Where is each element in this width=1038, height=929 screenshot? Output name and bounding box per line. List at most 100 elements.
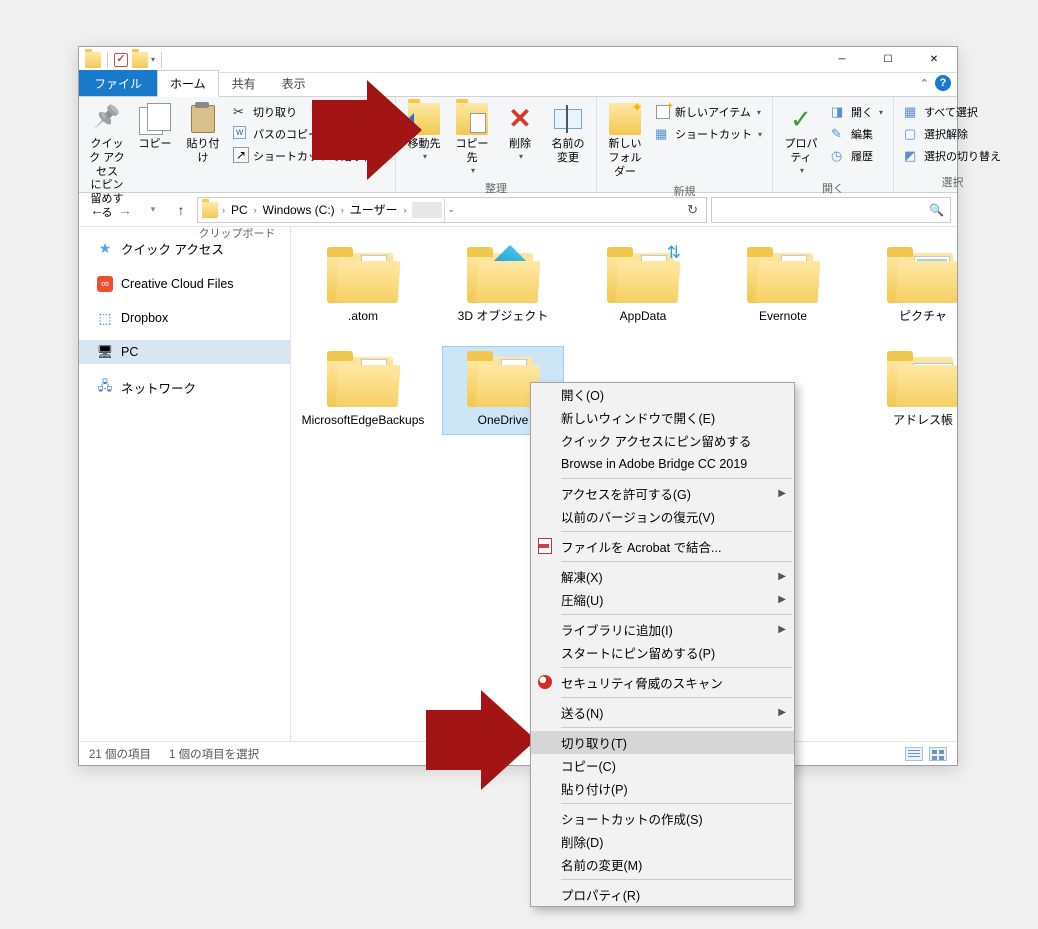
context-menu-item[interactable]: セキュリティ脅威のスキャン (531, 671, 794, 694)
folder-item[interactable]: ⇅AppData (583, 243, 703, 329)
chevron-icon[interactable]: › (220, 205, 227, 215)
address-bar[interactable]: › PC › Windows (C:) › ユーザー › ⌄ ↻ (197, 197, 707, 223)
select-all-button[interactable]: すべて選択 (900, 101, 1005, 123)
forward-button[interactable]: → (113, 198, 137, 222)
chevron-icon[interactable]: › (339, 205, 346, 215)
menu-label: アクセスを許可する(G) (561, 484, 691, 503)
context-menu-item[interactable]: コピー(C) (531, 754, 794, 777)
open-button[interactable]: 開く▾ (827, 101, 887, 123)
folder-item[interactable]: アドレス帳 (863, 347, 957, 433)
copy-icon (139, 103, 171, 135)
tab-home[interactable]: ホーム (157, 70, 219, 97)
folder-item[interactable]: MicrosoftEdgeBackups (303, 347, 423, 433)
context-menu-item[interactable]: 以前のバージョンの復元(V) (531, 505, 794, 528)
rename-button[interactable]: 名前の 変更 (546, 101, 590, 168)
context-menu-item[interactable]: スタートにピン留めする(P) (531, 641, 794, 664)
cut-button[interactable]: 切り取り (229, 101, 389, 123)
item-label: AppData (620, 309, 667, 323)
context-menu-item[interactable]: 削除(D) (531, 830, 794, 853)
path-icon (233, 126, 249, 142)
context-menu-item[interactable]: 送る(N)▶ (531, 701, 794, 724)
folder-item[interactable]: ピクチャ (863, 243, 957, 329)
window-controls: ─ ☐ ✕ (819, 47, 957, 73)
context-menu-item[interactable]: Browse in Adobe Bridge CC 2019 (531, 452, 794, 475)
new-folder-button[interactable]: 新しい フォルダー (603, 101, 647, 181)
folder-icon (327, 247, 399, 303)
context-menu-item[interactable]: 解凍(X)▶ (531, 565, 794, 588)
folder-item[interactable]: .atom (303, 243, 423, 329)
selectnone-icon (904, 126, 920, 142)
close-button[interactable]: ✕ (911, 47, 957, 73)
chevron-icon[interactable]: › (252, 205, 259, 215)
tab-file[interactable]: ファイル (79, 70, 157, 96)
context-menu-item[interactable]: 貼り付け(P) (531, 777, 794, 800)
moveto-button[interactable]: 移動先▾ (402, 101, 446, 164)
tab-share[interactable]: 共有 (219, 70, 269, 96)
breadcrumb[interactable]: Windows (C:) (261, 203, 337, 217)
recent-locations-button[interactable]: ▾ (141, 198, 165, 222)
up-button[interactable]: ↑ (169, 198, 193, 222)
menu-label: 貼り付け(P) (561, 779, 628, 798)
context-menu-item[interactable]: ファイルを Acrobat で結合... (531, 535, 794, 558)
view-details-button[interactable] (905, 747, 923, 761)
paste-shortcut-button[interactable]: ショートカットの貼り付け (229, 145, 389, 167)
refresh-icon[interactable]: ↻ (683, 202, 702, 218)
select-none-button[interactable]: 選択解除 (900, 123, 1005, 145)
search-input[interactable]: 🔍 (711, 197, 951, 223)
delete-button[interactable]: 削除▾ (498, 101, 542, 164)
copyto-button[interactable]: コピー先▾ (450, 101, 494, 178)
breadcrumb[interactable]: ユーザー (348, 201, 400, 218)
shortcut-icon (233, 148, 249, 164)
context-menu-item[interactable]: ライブラリに追加(I)▶ (531, 618, 794, 641)
navigation-pane: クイック アクセス Creative Cloud Files Dropbox PC ネッ… (79, 227, 291, 741)
context-menu-item[interactable]: 名前の変更(M) (531, 853, 794, 876)
context-menu-item[interactable]: プロパティ(R) (531, 883, 794, 906)
properties-qat-icon[interactable] (114, 53, 128, 67)
history-button[interactable]: 履歴 (827, 145, 887, 167)
folder-item[interactable]: 3D オブジェクト (443, 243, 563, 329)
item-label: アドレス帳 (893, 413, 953, 427)
nav-item-net[interactable]: ネットワーク (79, 374, 290, 401)
context-menu-item[interactable]: ショートカットの作成(S) (531, 807, 794, 830)
back-button[interactable]: ← (85, 198, 109, 222)
maximize-button[interactable]: ☐ (865, 47, 911, 73)
nav-item-dropbox[interactable]: Dropbox (79, 306, 290, 330)
context-menu: 開く(O)新しいウィンドウで開く(E)クイック アクセスにピン留めするBrows… (530, 382, 795, 907)
paste-button[interactable]: 貼り付け (181, 101, 225, 168)
copy-button[interactable]: コピー (133, 101, 177, 154)
properties-button[interactable]: プロパティ▾ (779, 101, 823, 178)
context-menu-item[interactable]: 切り取り(T) (531, 731, 794, 754)
tab-view[interactable]: 表示 (269, 70, 319, 96)
address-dropdown-icon[interactable]: ⌄ (444, 198, 457, 222)
context-menu-item[interactable]: 新しいウィンドウで開く(E) (531, 406, 794, 429)
context-menu-item[interactable]: アクセスを許可する(G)▶ (531, 482, 794, 505)
nav-item-cc[interactable]: Creative Cloud Files (79, 272, 290, 296)
label: コピー (139, 138, 172, 152)
qat-dropdown-icon[interactable]: ▾ (151, 55, 155, 64)
newfolder-qat-icon[interactable] (132, 52, 148, 68)
nav-item-pc[interactable]: PC (79, 340, 290, 364)
folder-item[interactable]: Evernote (723, 243, 843, 329)
breadcrumb[interactable]: PC (229, 203, 250, 217)
scissors-icon (233, 104, 249, 120)
invert-selection-button[interactable]: 選択の切り替え (900, 145, 1005, 167)
context-menu-item[interactable]: クイック アクセスにピン留めする (531, 429, 794, 452)
folder-icon (887, 247, 957, 303)
new-item-button[interactable]: 新しいアイテム▾ (651, 101, 766, 123)
copy-path-button[interactable]: パスのコピー (229, 123, 389, 145)
edit-button[interactable]: 編集 (827, 123, 887, 145)
minimize-button[interactable]: ─ (819, 47, 865, 73)
crumb-label: PC (231, 203, 248, 217)
nav-item-star[interactable]: クイック アクセス (79, 235, 290, 262)
help-icon[interactable]: ? (935, 75, 951, 91)
selectall-icon (904, 104, 920, 120)
context-menu-item[interactable]: 開く(O) (531, 383, 794, 406)
easy-access-button[interactable]: ショートカット▾ (651, 123, 766, 145)
folder-icon (327, 351, 399, 407)
folder-icon (887, 351, 957, 407)
chevron-icon[interactable]: › (401, 205, 408, 215)
context-menu-item[interactable]: 圧縮(U)▶ (531, 588, 794, 611)
view-large-icons-button[interactable] (929, 747, 947, 761)
collapse-ribbon-icon[interactable]: ⌃ (920, 77, 929, 90)
label: すべて選択 (924, 104, 978, 120)
